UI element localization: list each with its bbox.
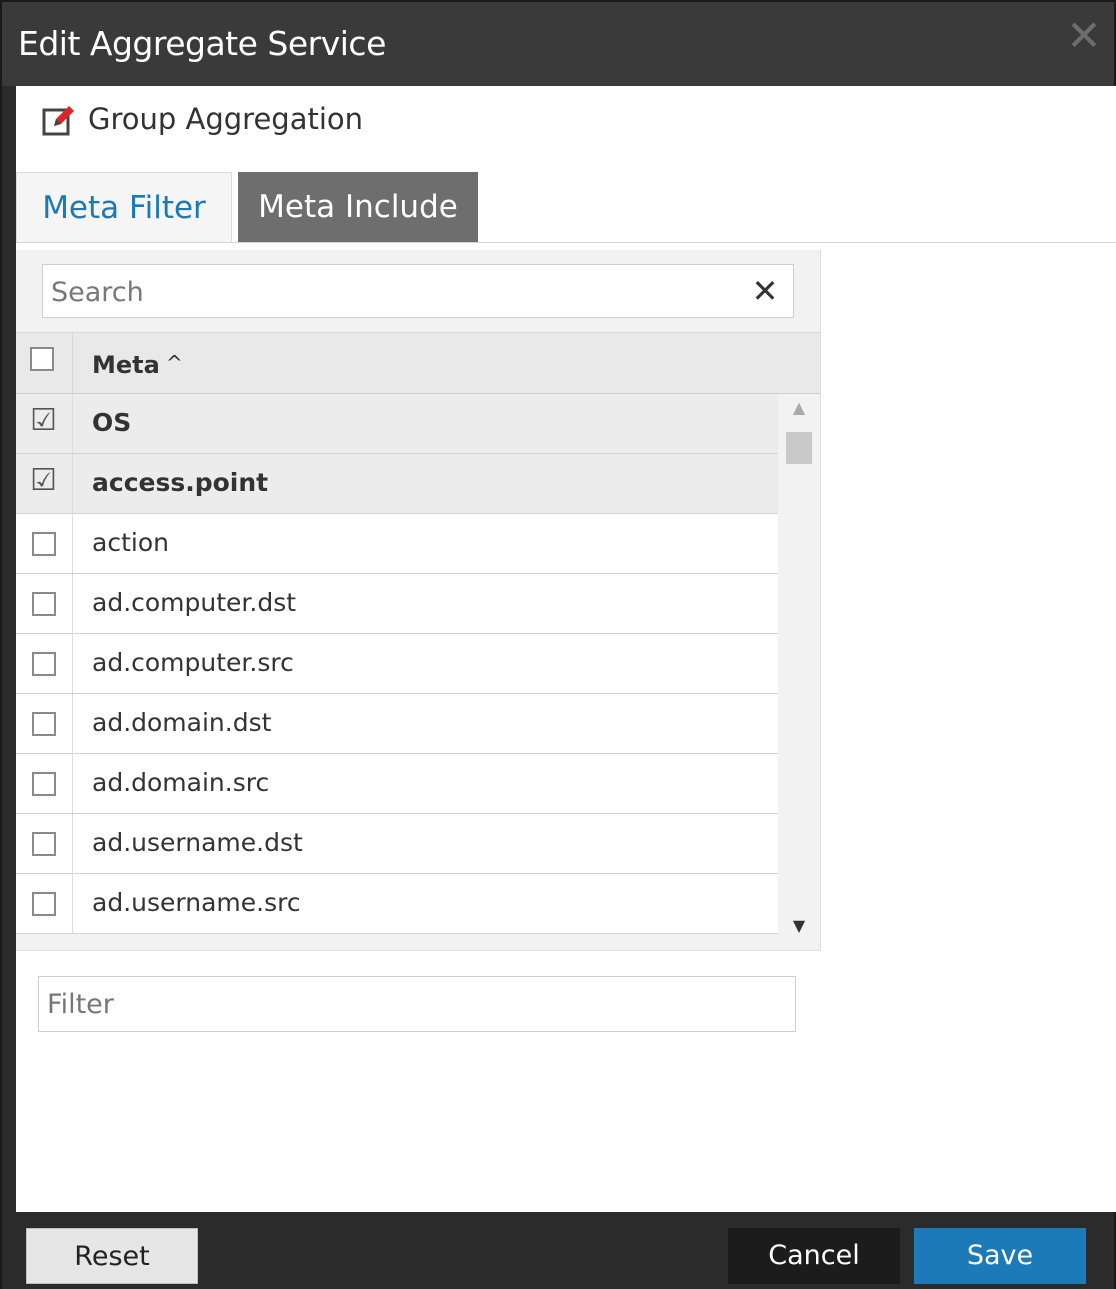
- sort-ascending-icon[interactable]: ^: [166, 351, 183, 375]
- tab-bar: Meta Filter Meta Include: [16, 172, 1116, 243]
- cancel-button[interactable]: Cancel: [728, 1228, 900, 1284]
- meta-grid: Meta ^ ☑ OS ☑ access.point action ad.com…: [16, 332, 820, 950]
- clear-search-icon[interactable]: ✕: [745, 271, 785, 311]
- section-header: Group Aggregation: [16, 86, 1116, 172]
- meta-column-header[interactable]: Meta: [92, 351, 160, 379]
- checked-checkbox[interactable]: ☑: [30, 406, 57, 436]
- row-name: ad.username.src: [92, 888, 301, 917]
- row-check-cell: [16, 694, 73, 753]
- row-name: ad.domain.dst: [92, 708, 272, 737]
- dialog-footer: Reset Cancel Save: [2, 1212, 1114, 1289]
- table-row[interactable]: ad.domain.dst: [16, 694, 778, 754]
- tab-meta-include[interactable]: Meta Include: [238, 172, 478, 242]
- dialog-titlebar: Edit Aggregate Service ✕: [2, 2, 1114, 86]
- row-name: OS: [92, 408, 132, 437]
- grid-scrollbar[interactable]: ▲ ▼: [780, 394, 818, 940]
- edit-icon: [42, 106, 74, 136]
- row-checkbox[interactable]: [32, 892, 56, 916]
- reset-button[interactable]: Reset: [26, 1228, 198, 1284]
- edit-aggregate-service-dialog: Edit Aggregate Service ✕ Group Aggregati…: [0, 0, 1116, 1289]
- section-title: Group Aggregation: [88, 102, 364, 136]
- grid-header: Meta ^: [16, 332, 820, 394]
- close-icon[interactable]: ✕: [1064, 15, 1104, 57]
- table-row[interactable]: ad.computer.src: [16, 634, 778, 694]
- row-name: ad.domain.src: [92, 768, 270, 797]
- dialog-body: Group Aggregation Meta Filter Meta Inclu…: [16, 86, 1116, 1212]
- table-row[interactable]: ☑ OS: [16, 394, 778, 454]
- tab-meta-filter[interactable]: Meta Filter: [16, 172, 232, 242]
- row-name: access.point: [92, 468, 269, 497]
- row-check-cell: [16, 754, 73, 813]
- row-checkbox[interactable]: [32, 532, 56, 556]
- row-checkbox[interactable]: [32, 772, 56, 796]
- dialog-title: Edit Aggregate Service: [18, 24, 386, 63]
- scroll-up-icon[interactable]: ▲: [780, 394, 818, 422]
- checked-checkbox[interactable]: ☑: [30, 466, 57, 496]
- table-row[interactable]: ad.username.src: [16, 874, 778, 934]
- row-check-cell: [16, 814, 73, 873]
- row-check-cell: [16, 514, 73, 573]
- table-row[interactable]: ☑ access.point: [16, 454, 778, 514]
- row-checkbox[interactable]: [32, 652, 56, 676]
- table-row[interactable]: action: [16, 514, 778, 574]
- row-name: ad.computer.src: [92, 648, 294, 677]
- row-name: action: [92, 528, 169, 557]
- select-all-checkbox[interactable]: [30, 347, 54, 371]
- row-checkbox[interactable]: [32, 592, 56, 616]
- meta-filter-panel: ✕ Meta ^ ☑ OS: [16, 250, 821, 951]
- scroll-thumb[interactable]: [786, 432, 812, 464]
- header-check-cell: [16, 333, 73, 393]
- filter-box: [38, 976, 796, 1032]
- table-row[interactable]: ad.username.dst: [16, 814, 778, 874]
- row-check-cell: ☑: [16, 394, 73, 453]
- row-check-cell: [16, 634, 73, 693]
- row-check-cell: ☑: [16, 454, 73, 513]
- filter-input[interactable]: [39, 977, 795, 1031]
- row-check-cell: [16, 574, 73, 633]
- grid-rows: ☑ OS ☑ access.point action ad.computer.d…: [16, 394, 778, 940]
- save-button[interactable]: Save: [914, 1228, 1086, 1284]
- search-input[interactable]: [43, 265, 743, 319]
- table-row[interactable]: ad.domain.src: [16, 754, 778, 814]
- row-name: ad.computer.dst: [92, 588, 297, 617]
- row-checkbox[interactable]: [32, 712, 56, 736]
- row-name: ad.username.dst: [92, 828, 303, 857]
- table-row[interactable]: ad.computer.dst: [16, 574, 778, 634]
- scroll-down-icon[interactable]: ▼: [780, 912, 818, 940]
- row-check-cell: [16, 874, 73, 933]
- search-box: ✕: [42, 264, 794, 319]
- row-checkbox[interactable]: [32, 832, 56, 856]
